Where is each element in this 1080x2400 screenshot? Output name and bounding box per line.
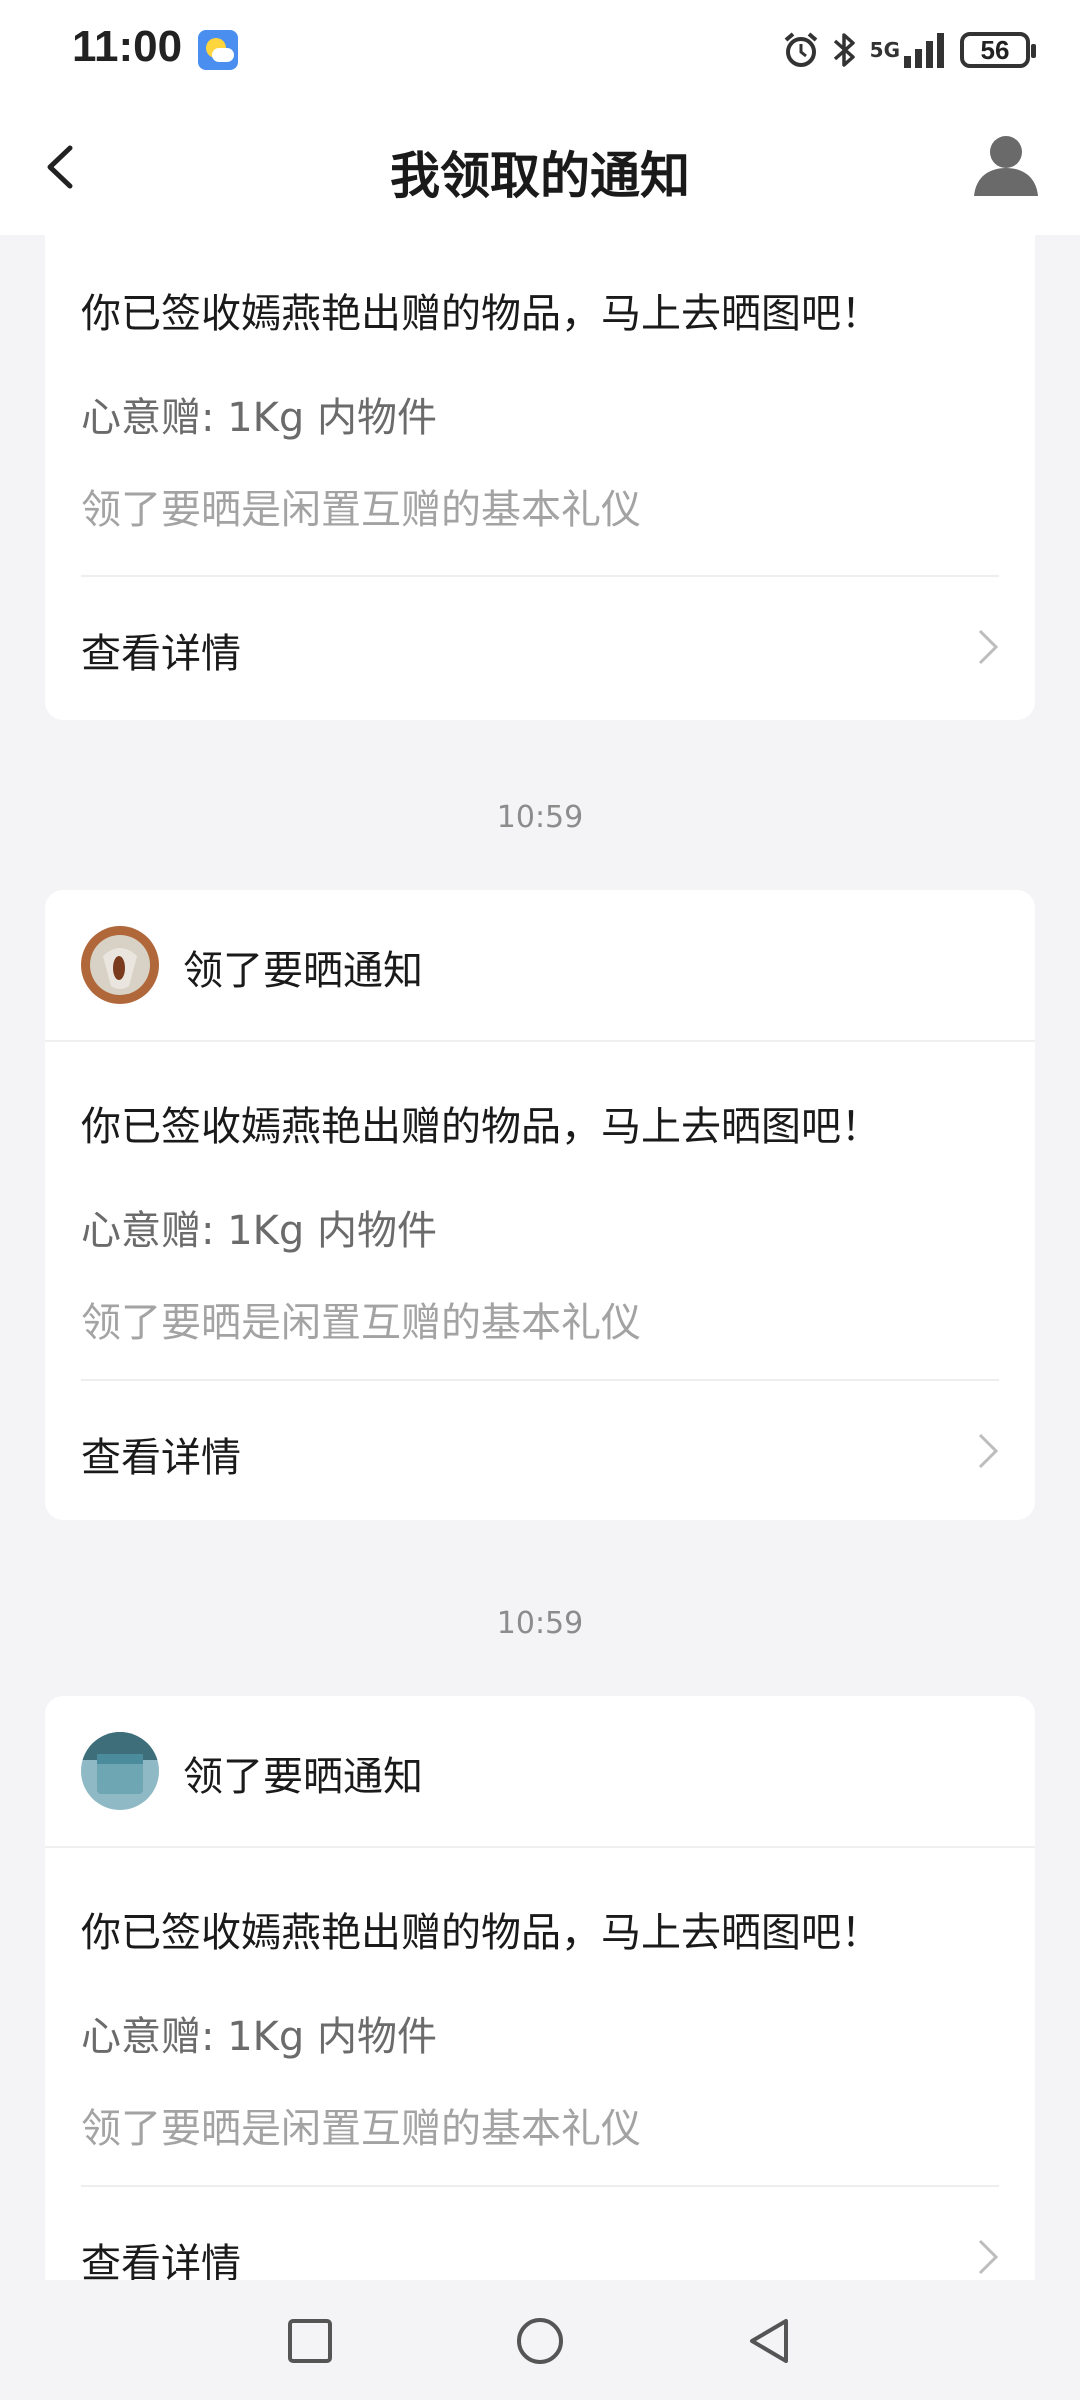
network-type: 5G xyxy=(869,38,900,62)
view-details-label: 查看详情 xyxy=(81,2241,241,2280)
gift-line: 心意赠: 1Kg 内物件 xyxy=(81,395,437,441)
notification-list[interactable]: 你已签收嫣燕艳出赠的物品，马上去晒图吧！ 心意赠: 1Kg 内物件 领了要晒是闲… xyxy=(0,235,1080,2280)
notification-note: 领了要晒是闲置互赠的基本礼仪 xyxy=(81,1300,641,1346)
notification-note: 领了要晒是闲置互赠的基本礼仪 xyxy=(81,487,641,533)
card-header: 领了要晒通知 xyxy=(45,1696,1035,1848)
system-nav-bar xyxy=(0,2283,1080,2400)
status-bar: 11:00 5G 56 xyxy=(0,0,1080,100)
weather-icon xyxy=(198,30,238,70)
battery-level: 56 xyxy=(980,34,1010,65)
view-details-row[interactable]: 查看详情 xyxy=(45,1381,1035,1520)
back-icon[interactable] xyxy=(740,2311,800,2371)
notification-card: 你已签收嫣燕艳出赠的物品，马上去晒图吧！ 心意赠: 1Kg 内物件 领了要晒是闲… xyxy=(45,235,1035,720)
view-details-row[interactable]: 查看详情 xyxy=(45,577,1035,717)
timestamp: 10:59 xyxy=(496,800,584,835)
battery-icon: 56 xyxy=(960,32,1036,68)
view-details-label: 查看详情 xyxy=(81,631,241,677)
card-title: 领了要晒通知 xyxy=(183,948,423,994)
notification-note: 领了要晒是闲置互赠的基本礼仪 xyxy=(81,2106,641,2152)
view-details-row[interactable]: 查看详情 xyxy=(45,2187,1035,2280)
view-details-label: 查看详情 xyxy=(81,1435,241,1481)
recent-apps-icon[interactable] xyxy=(280,2311,340,2371)
notification-message: 你已签收嫣燕艳出赠的物品，马上去晒图吧！ xyxy=(81,291,881,337)
chevron-right-icon xyxy=(975,2237,1001,2277)
chevron-right-icon xyxy=(975,627,1001,667)
avatar[interactable] xyxy=(81,1732,159,1810)
status-time: 11:00 xyxy=(72,22,183,71)
title-bar: 我领取的通知 xyxy=(0,100,1080,235)
avatar[interactable] xyxy=(81,926,159,1004)
timestamp: 10:59 xyxy=(496,1606,584,1641)
gift-line: 心意赠: 1Kg 内物件 xyxy=(81,2014,437,2060)
alarm-icon xyxy=(782,30,820,70)
card-title: 领了要晒通知 xyxy=(183,1754,423,1800)
notification-message: 你已签收嫣燕艳出赠的物品，马上去晒图吧！ xyxy=(81,1910,881,1956)
page-title: 我领取的通知 xyxy=(390,147,690,205)
chevron-right-icon xyxy=(975,1431,1001,1471)
home-icon[interactable] xyxy=(510,2311,570,2371)
card-header: 领了要晒通知 xyxy=(45,890,1035,1042)
notification-message: 你已签收嫣燕艳出赠的物品，马上去晒图吧！ xyxy=(81,1104,881,1150)
gift-line: 心意赠: 1Kg 内物件 xyxy=(81,1208,437,1254)
notification-card: 领了要晒通知 你已签收嫣燕艳出赠的物品，马上去晒图吧！ 心意赠: 1Kg 内物件… xyxy=(45,890,1035,1520)
notification-card: 领了要晒通知 你已签收嫣燕艳出赠的物品，马上去晒图吧！ 心意赠: 1Kg 内物件… xyxy=(45,1696,1035,2280)
status-icons: 5G 56 xyxy=(782,28,1036,72)
signal-icon: 5G xyxy=(870,30,948,70)
bluetooth-icon xyxy=(832,30,858,70)
user-icon[interactable] xyxy=(970,128,1042,200)
